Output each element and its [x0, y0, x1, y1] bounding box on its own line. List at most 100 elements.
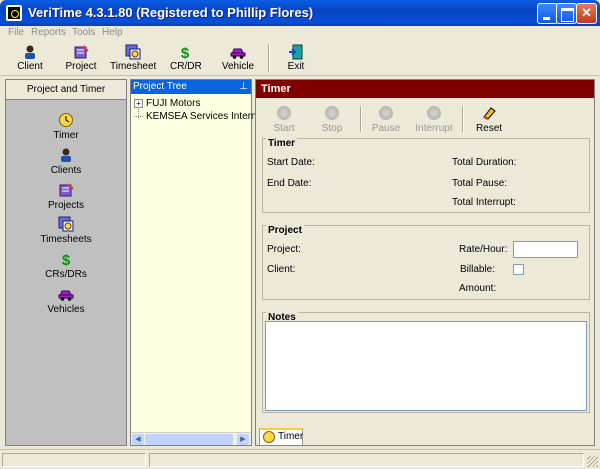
nav-item-label: Vehicles — [47, 304, 85, 315]
close-button[interactable]: ✕ — [576, 3, 597, 24]
car-icon — [230, 48, 246, 59]
window-title: VeriTime 4.3.1.80 (Registered to Phillip… — [28, 5, 314, 20]
end-date-label: End Date: — [267, 178, 312, 189]
billable-checkbox[interactable] — [513, 264, 524, 275]
project-icon — [74, 45, 89, 59]
pause-label: Pause — [371, 123, 401, 134]
nav-item-timesheets[interactable]: Timesheets — [6, 216, 126, 245]
toolbar-separator — [268, 44, 270, 72]
start-button[interactable]: Start — [270, 106, 298, 134]
project-tree-title: Project Tree — [133, 81, 187, 92]
toolbar-exit-button[interactable]: Exit — [283, 42, 309, 74]
menu-reports[interactable]: Reports — [31, 27, 66, 38]
menu-tools[interactable]: Tools — [72, 27, 95, 38]
resize-grip[interactable] — [587, 456, 598, 467]
pin-icon[interactable]: ⊥ — [239, 80, 248, 94]
notes-group: Notes — [262, 312, 590, 413]
status-bar — [0, 449, 600, 469]
timesheet-icon — [58, 216, 74, 232]
nav-item-clients[interactable]: Clients — [6, 147, 126, 176]
amount-label: Amount: — [459, 283, 497, 294]
timesheet-icon — [125, 44, 141, 60]
client-label: Client: — [267, 264, 296, 275]
navigation-panel: Project and Timer Timer Clients Projects… — [5, 79, 127, 446]
rate-hour-input[interactable] — [513, 241, 578, 258]
interrupt-icon — [427, 106, 441, 120]
timer-panel-header: Timer — [256, 80, 594, 98]
stop-icon — [325, 106, 339, 120]
nav-item-label: Timer — [53, 130, 79, 141]
timer-group: Timer Start Date: End Date: Total Durati… — [262, 138, 590, 213]
toolbar-project-label: Project — [65, 61, 97, 72]
car-icon — [58, 290, 74, 301]
stop-button[interactable]: Stop — [318, 106, 346, 134]
interrupt-label: Interrupt — [415, 123, 453, 134]
scroll-left-icon[interactable]: ◀ — [132, 434, 144, 445]
timer-panel: Timer Start Stop Pause Interrupt Reset T… — [255, 79, 595, 446]
nav-item-crs-drs[interactable]: $ CRs/DRs — [6, 251, 126, 280]
notes-textarea[interactable] — [265, 321, 587, 411]
tree-node-kemsea[interactable]: KEMSEA Services Internat — [134, 111, 265, 122]
menu-help[interactable]: Help — [102, 27, 123, 38]
scrollbar-thumb[interactable] — [145, 434, 233, 445]
menu-bar: File Reports Tools Help — [0, 26, 600, 40]
interrupt-button[interactable]: Interrupt — [412, 106, 456, 134]
expand-icon[interactable]: + — [134, 98, 143, 108]
nav-item-vehicles[interactable]: Vehicles — [6, 286, 126, 315]
project-label: Project: — [267, 244, 301, 255]
timer-group-title: Timer — [266, 138, 298, 149]
maximize-button[interactable] — [556, 3, 577, 24]
tab-timer[interactable]: Timer — [259, 428, 303, 445]
toolbar-client-label: Client — [17, 61, 43, 72]
start-icon — [277, 106, 291, 120]
nav-item-label: Projects — [47, 200, 85, 211]
scroll-right-icon[interactable]: ▶ — [237, 434, 249, 445]
toolbar: Client Project Timesheet $ CR/DR Vehicle… — [0, 40, 600, 76]
tree-node-label: FUJI Motors — [146, 98, 201, 109]
dollar-icon: $ — [62, 252, 71, 267]
total-pause-label: Total Pause: — [452, 178, 508, 189]
tab-timer-label: Timer — [278, 431, 304, 442]
nav-item-label: Clients — [50, 165, 82, 176]
client-icon — [25, 45, 35, 59]
nav-item-projects[interactable]: Projects — [6, 182, 126, 211]
pause-button[interactable]: Pause — [370, 106, 402, 134]
project-icon — [59, 183, 74, 197]
rate-hour-label: Rate/Hour: — [459, 244, 508, 255]
total-interrupt-label: Total Interrupt: — [452, 197, 516, 208]
toolbar-vehicle-button[interactable]: Vehicle — [221, 42, 255, 74]
menu-file[interactable]: File — [8, 27, 24, 38]
nav-item-label: CRs/DRs — [45, 269, 87, 280]
billable-label: Billable: — [460, 264, 496, 275]
reset-label: Reset — [475, 123, 503, 134]
toolbar-vehicle-label: Vehicle — [221, 61, 255, 72]
project-group-title: Project — [266, 225, 304, 236]
tree-horizontal-scrollbar[interactable]: ◀ ▶ — [131, 432, 251, 445]
nav-item-timer[interactable]: Timer — [6, 112, 126, 141]
nav-item-label: Timesheets — [40, 234, 92, 245]
client-icon — [61, 148, 71, 162]
tree-branch-line — [134, 115, 143, 117]
reset-eraser-icon — [483, 107, 496, 120]
app-icon — [6, 5, 22, 21]
project-tree-header: Project Tree ⊥ — [131, 80, 251, 94]
project-group: Project Project: Client: Rate/Hour: Bill… — [262, 225, 590, 300]
pause-icon — [379, 106, 393, 120]
dollar-icon: $ — [181, 45, 190, 60]
toolbar-project-button[interactable]: Project — [62, 42, 100, 74]
toolbar-crdr-button[interactable]: $ CR/DR — [170, 42, 202, 74]
toolbar-crdr-label: CR/DR — [170, 61, 202, 72]
exit-door-icon — [289, 44, 303, 60]
minimize-button[interactable] — [537, 3, 558, 24]
toolbar-timesheet-button[interactable]: Timesheet — [110, 42, 156, 74]
title-bar[interactable]: VeriTime 4.3.1.80 (Registered to Phillip… — [0, 0, 600, 26]
start-label: Start — [273, 123, 295, 134]
start-date-label: Start Date: — [267, 157, 315, 168]
tree-node-fuji-motors[interactable]: + FUJI Motors — [134, 98, 200, 109]
stop-label: Stop — [321, 123, 343, 134]
clock-icon — [263, 431, 275, 443]
timer-toolbar-separator — [462, 106, 464, 132]
toolbar-exit-label: Exit — [287, 61, 305, 72]
reset-button[interactable]: Reset — [474, 106, 504, 134]
toolbar-client-button[interactable]: Client — [14, 42, 46, 74]
